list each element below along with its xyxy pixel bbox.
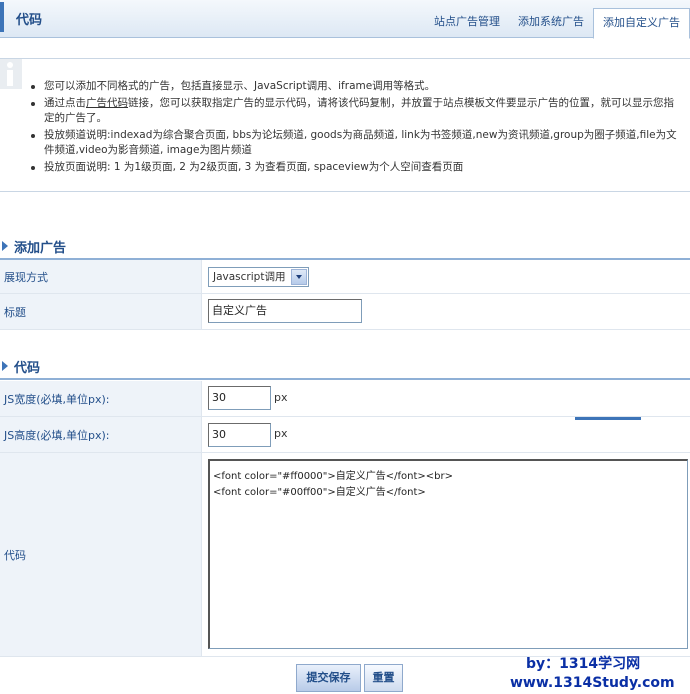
- info-item: 投放页面说明: 1 为1级页面, 2 为2级页面, 3 为查看页面, space…: [31, 160, 684, 176]
- tab-add-system-ad[interactable]: 添加系统广告: [509, 8, 593, 38]
- info-item: 投放频道说明:indexad为综合聚合页面, bbs为论坛频道, goods为商…: [31, 128, 684, 159]
- display-mode-select[interactable]: Javascript调用: [208, 267, 309, 287]
- row-display-mode: 展现方式 Javascript调用: [0, 260, 690, 294]
- section-title: 代码: [14, 361, 41, 376]
- header-accent: [0, 2, 4, 32]
- row-js-width: JS宽度(必填,单位px): 30 px: [0, 381, 690, 417]
- title-input[interactable]: 自定义广告: [208, 299, 362, 323]
- page-title: 代码: [16, 13, 43, 28]
- tab-site-ad-management[interactable]: 站点广告管理: [425, 8, 509, 38]
- tab-bar: 站点广告管理 添加系统广告 添加自定义广告: [425, 0, 690, 39]
- js-height-label: JS高度(必填,单位px):: [0, 417, 202, 452]
- section-arrow-icon: [2, 241, 8, 251]
- info-box: 您可以添加不同格式的广告，包括直接显示、JavaScript调用、iframe调…: [0, 58, 690, 192]
- info-list: 您可以添加不同格式的广告，包括直接显示、JavaScript调用、iframe调…: [31, 79, 684, 176]
- reset-button[interactable]: 重置: [364, 664, 403, 692]
- js-height-unit: px: [274, 427, 288, 440]
- code-label: 代码: [0, 453, 202, 656]
- section-title: 添加广告: [14, 241, 67, 256]
- code-textarea[interactable]: <font color="#ff0000">自定义广告</font><br> <…: [208, 459, 688, 649]
- js-width-unit: px: [274, 391, 288, 404]
- watermark-line1: by：1314学习网: [526, 656, 641, 672]
- js-width-label: JS宽度(必填,单位px):: [0, 381, 202, 416]
- page-header: 代码 站点广告管理 添加系统广告 添加自定义广告: [0, 0, 690, 39]
- section-add-ad: 添加广告: [0, 232, 690, 260]
- ad-code-link[interactable]: 广告代码: [86, 97, 128, 109]
- info-icon: [0, 59, 22, 89]
- section-code: 代码: [0, 352, 690, 380]
- submit-save-button[interactable]: 提交保存: [296, 664, 361, 692]
- row-title: 标题 自定义广告: [0, 294, 690, 330]
- watermark: by：1314学习网 www.1314Study.com: [510, 655, 690, 693]
- section-arrow-icon: [2, 361, 8, 371]
- chevron-down-icon[interactable]: [291, 269, 307, 285]
- row-js-height: JS高度(必填,单位px): 30 px: [0, 417, 690, 453]
- watermark-line2: www.1314Study.com: [510, 675, 675, 691]
- info-item: 通过点击广告代码链接，您可以获取指定广告的显示代码，请将该代码复制，并放置于站点…: [31, 96, 684, 127]
- js-width-input[interactable]: 30: [208, 386, 271, 410]
- title-label: 标题: [0, 294, 202, 329]
- display-mode-label: 展现方式: [0, 260, 202, 293]
- info-item: 您可以添加不同格式的广告，包括直接显示、JavaScript调用、iframe调…: [31, 79, 684, 95]
- tab-add-custom-ad[interactable]: 添加自定义广告: [593, 8, 690, 39]
- js-height-input[interactable]: 30: [208, 423, 271, 447]
- row-code: 代码 <font color="#ff0000">自定义广告</font><br…: [0, 453, 690, 657]
